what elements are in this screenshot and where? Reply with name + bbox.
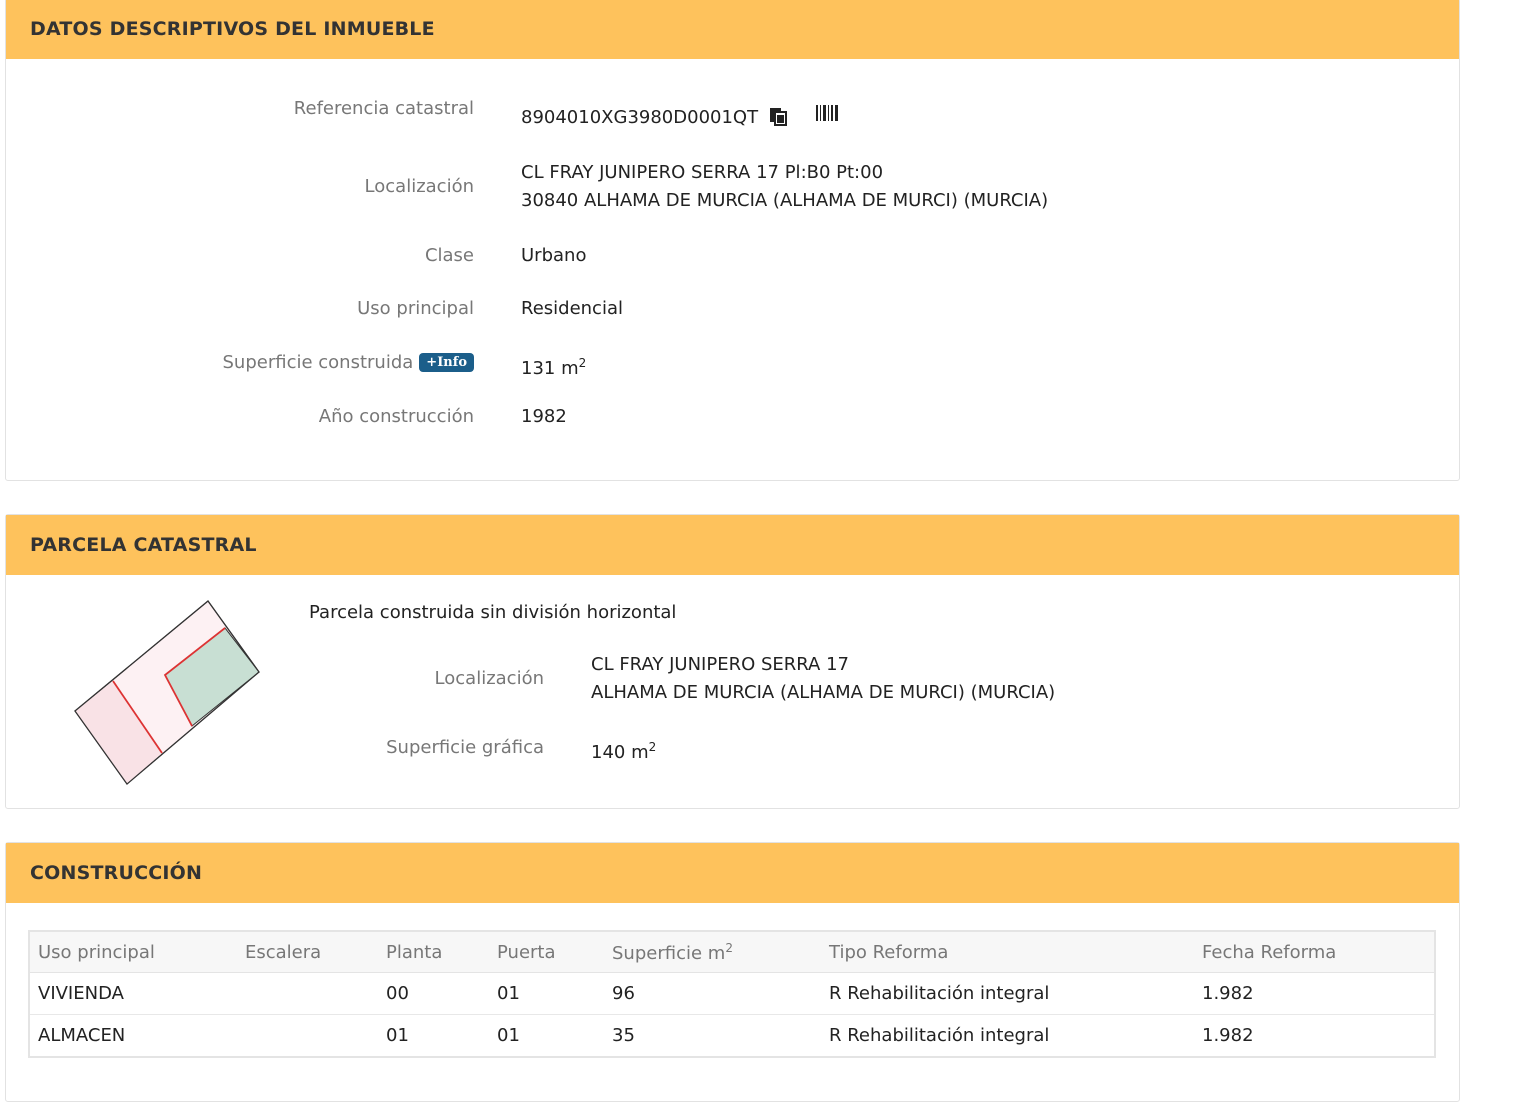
barcode-icon[interactable] (815, 102, 840, 130)
superficie-construida-value: 131 m2 (521, 356, 587, 379)
datos-descriptivos-header: DATOS DESCRIPTIVOS DEL INMUEBLE (6, 0, 1459, 59)
cell-tipo-reforma: R Rehabilitación integral (821, 1014, 1194, 1058)
col-planta: Planta (378, 931, 489, 973)
clase-value: Urbano (521, 245, 587, 266)
localizacion-line2: 30840 ALHAMA DE MURCIA (ALHAMA DE MURCI)… (521, 190, 1049, 211)
superficie-grafica-value: 140 m2 (591, 740, 657, 763)
col-superficie: Superficie m2 (604, 931, 821, 973)
anio-construccion-label: Año construcción (318, 406, 474, 427)
cell-planta: 00 (378, 972, 489, 1015)
col-escalera: Escalera (237, 931, 378, 973)
superficie-grafica-label: Superficie gráfica (386, 737, 544, 758)
col-fecha-reforma: Fecha Reforma (1194, 931, 1435, 973)
clase-label: Clase (424, 245, 474, 266)
col-uso-principal: Uso principal (29, 931, 237, 973)
construccion-table: Uso principal Escalera Planta Puerta Sup… (28, 930, 1436, 1058)
parcela-localizacion-line1: CL FRAY JUNIPERO SERRA 17 (591, 654, 849, 675)
datos-descriptivos-panel: DATOS DESCRIPTIVOS DEL INMUEBLE Referenc… (5, 0, 1460, 481)
cell-puerta: 01 (489, 1014, 604, 1058)
copy-icon[interactable] (768, 106, 788, 135)
info-button[interactable]: +Info (419, 353, 474, 372)
cell-uso: ALMACEN (29, 1014, 237, 1058)
construccion-panel: CONSTRUCCIÓN Uso principal Escalera Plan… (5, 842, 1460, 1102)
localizacion-label: Localización (364, 176, 474, 197)
referencia-label: Referencia catastral (293, 98, 474, 119)
cell-escalera (237, 972, 378, 1015)
cell-tipo-reforma: R Rehabilitación integral (821, 972, 1194, 1015)
cell-superficie: 96 (604, 972, 821, 1015)
parcela-header: PARCELA CATASTRAL (6, 515, 1459, 575)
construccion-header: CONSTRUCCIÓN (6, 843, 1459, 903)
parcela-localizacion-line2: ALHAMA DE MURCIA (ALHAMA DE MURCI) (MURC… (591, 682, 1056, 703)
referencia-value-row: 8904010XG3980D0001QT (521, 102, 840, 135)
table-row: VIVIENDA 00 01 96 R Rehabilitación integ… (29, 972, 1435, 1015)
referencia-value: 8904010XG3980D0001QT (521, 107, 759, 128)
cell-fecha-reforma: 1.982 (1194, 1014, 1435, 1058)
col-tipo-reforma: Tipo Reforma (821, 931, 1194, 973)
anio-construccion-value: 1982 (521, 406, 567, 427)
uso-principal-label: Uso principal (357, 298, 474, 319)
parcela-descripcion: Parcela construida sin división horizont… (309, 602, 677, 623)
superficie-construida-label-row: Superficie construida +Info (222, 352, 474, 373)
cell-puerta: 01 (489, 972, 604, 1015)
parcela-localizacion-label: Localización (434, 668, 544, 689)
cell-superficie: 35 (604, 1014, 821, 1058)
localizacion-line1: CL FRAY JUNIPERO SERRA 17 Pl:B0 Pt:00 (521, 162, 884, 183)
cell-uso: VIVIENDA (29, 972, 237, 1015)
table-header-row: Uso principal Escalera Planta Puerta Sup… (29, 931, 1435, 973)
cell-escalera (237, 1014, 378, 1058)
cell-planta: 01 (378, 1014, 489, 1058)
parcela-panel: PARCELA CATASTRAL Parcela construida sin… (5, 514, 1460, 809)
cell-fecha-reforma: 1.982 (1194, 972, 1435, 1015)
uso-principal-value: Residencial (521, 298, 623, 319)
parcela-map-image[interactable] (66, 595, 266, 795)
col-puerta: Puerta (489, 931, 604, 973)
superficie-construida-label: Superficie construida (222, 352, 414, 373)
table-row: ALMACEN 01 01 35 R Rehabilitación integr… (29, 1014, 1435, 1058)
